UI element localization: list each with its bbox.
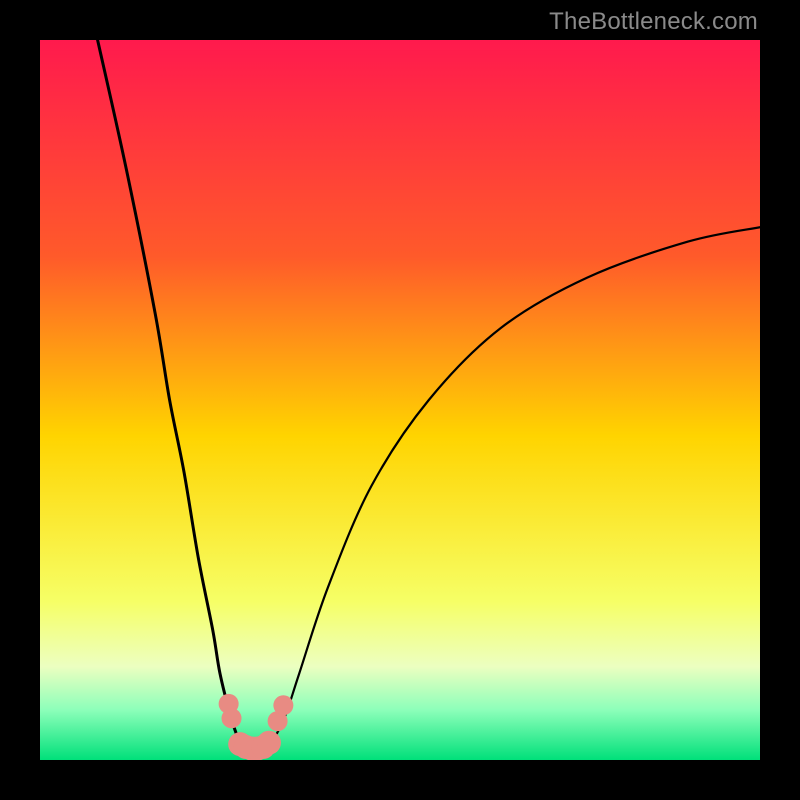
- curve-left-branch: [98, 40, 242, 746]
- chart-frame: TheBottleneck.com: [0, 0, 800, 800]
- data-point: [273, 695, 293, 715]
- data-point: [222, 708, 242, 728]
- curves-layer: [40, 40, 760, 760]
- curve-right-branch: [270, 227, 760, 745]
- plot-area: [40, 40, 760, 760]
- data-point: [257, 731, 281, 755]
- watermark-text: TheBottleneck.com: [549, 8, 758, 36]
